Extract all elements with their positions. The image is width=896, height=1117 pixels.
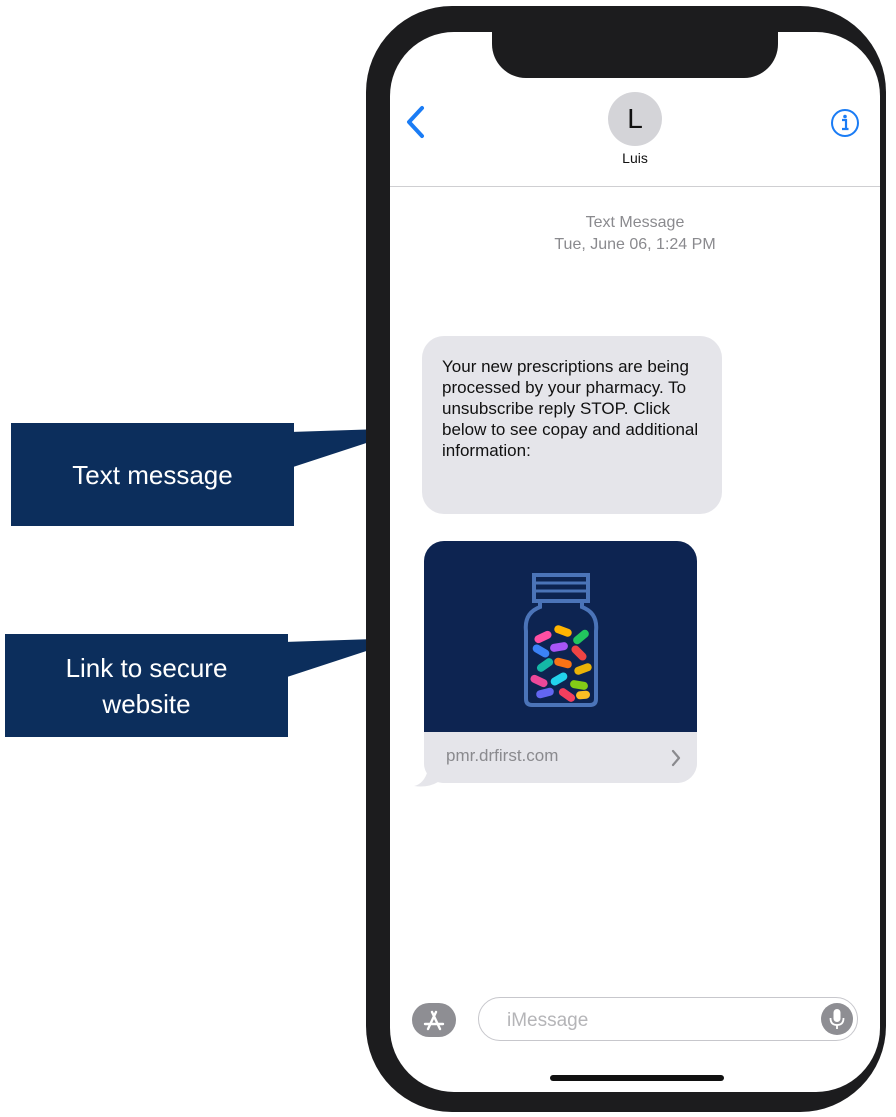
message-text: Your new prescriptions are being process…: [442, 357, 699, 460]
imessage-input[interactable]: iMessage: [478, 997, 858, 1041]
link-preview-card[interactable]: pmr.drfirst.com: [424, 541, 697, 783]
pill-bottle-icon: [523, 573, 599, 707]
callout-link-label: Link to secure website: [65, 652, 228, 719]
home-indicator: [550, 1075, 724, 1081]
app-store-button[interactable]: [412, 1003, 456, 1037]
incoming-message-bubble[interactable]: Your new prescriptions are being process…: [422, 336, 722, 514]
callout-link: Link to secure website: [5, 634, 288, 737]
callout-text-message: Text message: [11, 423, 294, 526]
microphone-button[interactable]: [821, 1003, 853, 1035]
contact-avatar[interactable]: L: [608, 92, 662, 146]
message-service-label: Text Message: [585, 214, 685, 231]
link-domain: pmr.drfirst.com: [446, 746, 559, 765]
message-timestamp: Tue, June 06, 1:24 PM: [554, 236, 716, 253]
link-preview-image: [424, 541, 697, 732]
header-divider: [390, 186, 880, 187]
callout-text-message-label: Text message: [72, 459, 233, 490]
imessage-placeholder: iMessage: [507, 1010, 589, 1031]
message-meta: Text Message Tue, June 06, 1:24 PM: [500, 212, 770, 256]
link-preview-footer[interactable]: pmr.drfirst.com: [424, 732, 697, 783]
back-button[interactable]: [402, 104, 432, 140]
info-button[interactable]: [830, 108, 860, 138]
app-store-icon: [423, 1010, 445, 1031]
chevron-left-icon: [407, 106, 424, 138]
contact-name[interactable]: Luis: [585, 150, 685, 166]
info-icon: [831, 109, 859, 137]
bubble-tail: [414, 770, 438, 787]
microphone-icon: [829, 1009, 845, 1029]
phone-notch: [492, 30, 778, 78]
chevron-right-icon: [671, 749, 681, 767]
